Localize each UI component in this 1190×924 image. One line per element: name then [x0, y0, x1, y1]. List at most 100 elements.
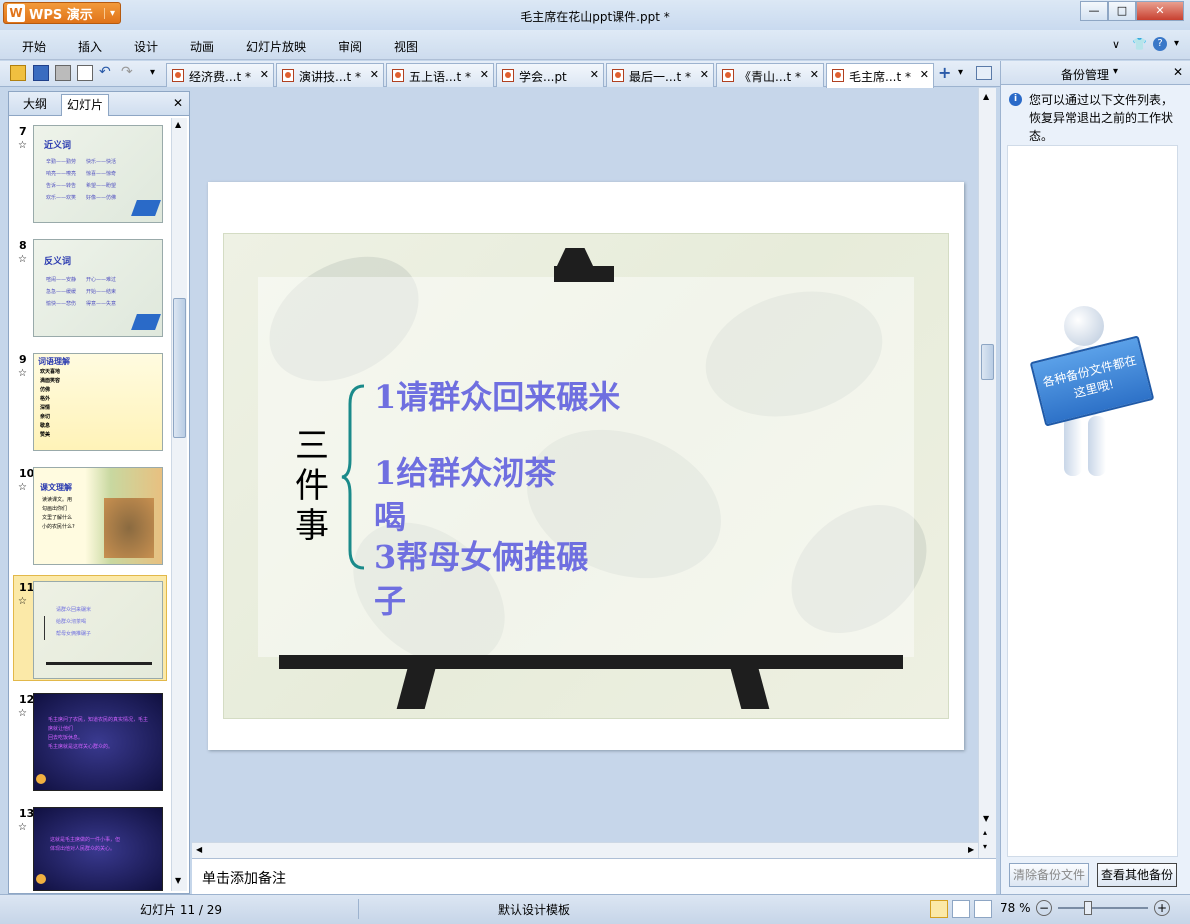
- tab-list-icon[interactable]: ▾: [958, 67, 963, 78]
- zoom-slider[interactable]: [1058, 907, 1148, 909]
- view-other-backup-button[interactable]: 查看其他备份: [1097, 863, 1177, 887]
- transition-star-icon: ☆: [18, 140, 27, 151]
- save-icon[interactable]: [33, 65, 49, 81]
- tab-slides[interactable]: 幻灯片: [61, 94, 109, 116]
- undo-icon[interactable]: ↶: [99, 64, 111, 80]
- help-icon[interactable]: ?: [1153, 37, 1167, 51]
- menu-view[interactable]: 视图: [394, 38, 418, 55]
- slide-thumbnail-8[interactable]: 反义词 喧闹——安静 开心——难过 急急——缓缓 开始——结束 愉快——悲伤 得…: [33, 239, 163, 337]
- new-tab-button[interactable]: +: [938, 63, 951, 82]
- scroll-right-icon[interactable]: ▶: [968, 845, 974, 854]
- doc-tab-label: 毛主席...t *: [849, 70, 911, 84]
- slide-item-2[interactable]: 1给群众沏茶: [374, 448, 556, 494]
- ppt-file-icon: [502, 69, 514, 82]
- zoom-out-icon[interactable]: −: [1036, 900, 1052, 916]
- menu-review[interactable]: 审阅: [338, 38, 362, 55]
- menu-insert[interactable]: 插入: [78, 38, 102, 55]
- figure-head: [1064, 306, 1104, 346]
- menu-slideshow[interactable]: 幻灯片放映: [246, 38, 306, 55]
- slide-thumbnail-13[interactable]: 这就是毛主席做的一件小事，但 体现出他对人民群众的关心。: [33, 807, 163, 891]
- chevron-down-icon[interactable]: ▾: [1113, 66, 1118, 77]
- customize-toolbar-icon[interactable]: ▾: [150, 67, 155, 78]
- slides-scrollbar[interactable]: ▲ ▼: [171, 118, 187, 891]
- minimize-button[interactable]: —: [1080, 1, 1108, 21]
- zoom-slider-handle[interactable]: [1084, 901, 1092, 915]
- menu-animation[interactable]: 动画: [190, 38, 214, 55]
- thumb-line: 勾画出你们: [42, 506, 68, 512]
- slide-sorter-icon[interactable]: [952, 900, 970, 918]
- menu-design[interactable]: 设计: [134, 38, 158, 55]
- normal-view-icon[interactable]: [930, 900, 948, 918]
- close-tab-icon[interactable]: ✕: [590, 68, 599, 81]
- doc-tab[interactable]: 演讲技...t * ✕: [276, 63, 384, 87]
- scroll-up-icon[interactable]: ▲: [175, 120, 181, 129]
- scroll-thumb[interactable]: [981, 344, 994, 380]
- doc-tab[interactable]: 经济费...t * ✕: [166, 63, 274, 87]
- menu-home[interactable]: 开始: [22, 38, 46, 55]
- prev-slide-icon[interactable]: ▴: [983, 828, 987, 837]
- toolbar: ↶ ↷ ▾ 经济费...t * ✕ 演讲技...t * ✕ 五上语...t * ✕ 学…: [0, 61, 1000, 88]
- editor-vscrollbar[interactable]: ▲ ▼ ▴ ▾: [978, 88, 996, 858]
- slide-item-3[interactable]: 3帮母女俩推碾: [374, 532, 588, 578]
- scroll-left-icon[interactable]: ◀: [196, 845, 202, 854]
- next-slide-icon[interactable]: ▾: [983, 842, 987, 851]
- window-layout-icon[interactable]: [976, 66, 992, 80]
- backup-panel: 备份管理 ▾ ✕ i 您可以通过以下文件列表，恢复异常退出之前的工作状态。 各种…: [1000, 61, 1190, 894]
- slide-editor: 三件事 1请群众回来碾米 1给群众沏茶 喝 3帮母女俩推碾 子 ▲ ▼ ▴ ▾ …: [192, 88, 996, 858]
- close-tab-icon[interactable]: ✕: [700, 68, 709, 81]
- clear-backup-button[interactable]: 清除备份文件: [1009, 863, 1089, 887]
- scroll-down-icon[interactable]: ▼: [175, 876, 181, 885]
- redo-icon[interactable]: ↷: [121, 64, 133, 80]
- close-tab-icon[interactable]: ✕: [480, 68, 489, 81]
- slide-thumbnail-9[interactable]: 词语理解 欢天喜地 满面笑容 仿佛 格外 深情 亲切 歇息 赞美: [33, 353, 163, 451]
- editor-hscrollbar[interactable]: ◀ ▶: [192, 842, 978, 858]
- thumb-line: 赞美: [40, 432, 51, 438]
- doc-tab-active[interactable]: 毛主席...t * ✕: [826, 63, 934, 88]
- slide-item-3-cont[interactable]: 子: [374, 576, 406, 622]
- close-panel-icon[interactable]: ✕: [173, 96, 183, 110]
- zoom-in-icon[interactable]: +: [1154, 900, 1170, 916]
- print-icon[interactable]: [55, 65, 71, 81]
- help-dropdown-icon[interactable]: ▾: [1174, 38, 1179, 49]
- scroll-thumb[interactable]: [173, 298, 186, 438]
- skin-icon[interactable]: 👕: [1132, 37, 1147, 51]
- doc-tab[interactable]: 《青山...t * ✕: [716, 63, 824, 87]
- doc-tab[interactable]: 最后一...t * ✕: [606, 63, 714, 87]
- slide-side-title[interactable]: 三件事: [294, 426, 330, 546]
- thumb-line: 毛主席问了农民，知道农民的真实情况，毛主席就让他们: [48, 717, 149, 732]
- thumb-side-title: [44, 616, 47, 640]
- decorative-book-icon: [131, 314, 161, 330]
- board-leg-left: [396, 669, 436, 709]
- close-panel-icon[interactable]: ✕: [1173, 65, 1183, 79]
- slideshow-icon[interactable]: [974, 900, 992, 918]
- scroll-up-icon[interactable]: ▲: [983, 92, 989, 101]
- thumb-line: 请群众回来碾米: [56, 607, 92, 613]
- notes-pane[interactable]: 单击添加备注: [192, 858, 996, 894]
- slide-item-1[interactable]: 1请群众回来碾米: [374, 372, 620, 418]
- maximize-button[interactable]: □: [1108, 1, 1136, 21]
- thumb-line: 回去吃饭休息。: [48, 735, 84, 741]
- open-folder-icon[interactable]: [10, 65, 26, 81]
- tab-outline[interactable]: 大纲: [11, 94, 59, 116]
- notes-placeholder[interactable]: 单击添加备注: [202, 868, 286, 888]
- close-tab-icon[interactable]: ✕: [370, 68, 379, 81]
- slide-thumbnail-12[interactable]: 毛主席问了农民，知道农民的真实情况，毛主席就让他们 回去吃饭休息。 毛主席就是这…: [33, 693, 163, 791]
- slide-thumbnail-7[interactable]: 近义词 辛勤——勤劳 快乐——快活 响亮——嘹亮 惊喜——惊奇 告诉——转告 希…: [33, 125, 163, 223]
- backup-panel-title[interactable]: 备份管理: [1061, 66, 1109, 83]
- close-window-button[interactable]: ✕: [1136, 1, 1184, 21]
- print-preview-icon[interactable]: [77, 65, 93, 81]
- thumb-line: 帮母女俩推碾子: [56, 631, 92, 637]
- doc-tab[interactable]: 五上语...t * ✕: [386, 63, 494, 87]
- close-tab-icon[interactable]: ✕: [920, 68, 929, 81]
- close-tab-icon[interactable]: ✕: [260, 68, 269, 81]
- collapse-ribbon-icon[interactable]: ∨: [1112, 38, 1120, 51]
- slide-thumbnail-11[interactable]: 请群众回来碾米 给群众沏茶喝 帮母女俩推碾子: [33, 581, 163, 679]
- slide-canvas[interactable]: 三件事 1请群众回来碾米 1给群众沏茶 喝 3帮母女俩推碾 子: [208, 182, 964, 750]
- template-name[interactable]: 默认设计模板: [498, 901, 570, 918]
- doc-tab[interactable]: 学会...pt ✕: [496, 63, 604, 87]
- zoom-level[interactable]: 78 %: [1000, 901, 1031, 915]
- backup-file-list[interactable]: 各种备份文件都在这里哦!: [1007, 145, 1178, 857]
- slide-thumbnail-10[interactable]: 课文理解 读读课文。用 勾画出你们 文里了解什么 小的农民什么?: [33, 467, 163, 565]
- close-tab-icon[interactable]: ✕: [810, 68, 819, 81]
- scroll-down-icon[interactable]: ▼: [983, 814, 989, 823]
